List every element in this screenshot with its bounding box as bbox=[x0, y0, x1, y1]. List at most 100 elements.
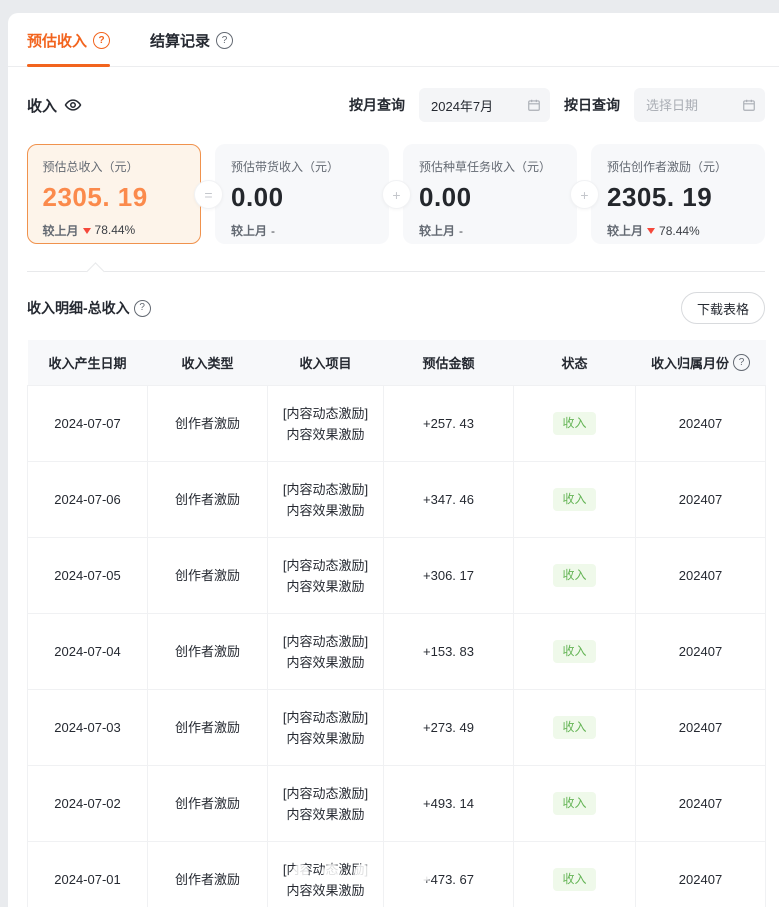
cell-date: 2024-07-05 bbox=[28, 538, 148, 614]
header-status: 状态 bbox=[514, 340, 636, 386]
cell-type: 创作者激励 bbox=[148, 386, 268, 462]
card-compare: 较上月 78.44% bbox=[43, 222, 186, 239]
cell-status: 收入 bbox=[514, 690, 636, 766]
compare-value: 78.44% bbox=[659, 224, 700, 238]
header-amount: 预估金额 bbox=[384, 340, 514, 386]
content-panel: 预估收入 结算记录 收入 按月查询 bbox=[8, 13, 779, 907]
table-row: 2024-07-03 创作者激励 [内容动态激励] 内容效果激励 +273. 4… bbox=[28, 690, 766, 766]
equals-operator: = bbox=[194, 180, 223, 209]
cell-month: 202407 bbox=[636, 462, 766, 538]
cell-type: 创作者激励 bbox=[148, 462, 268, 538]
cell-date: 2024-07-06 bbox=[28, 462, 148, 538]
detail-title-label: 收入明细-总收入 bbox=[27, 298, 130, 318]
cell-amount: +153. 83 bbox=[384, 614, 514, 690]
card-compare: 较上月 78.44% bbox=[607, 222, 749, 239]
compare-value: - bbox=[459, 224, 463, 238]
income-filter-row: 收入 按月查询 bbox=[27, 88, 765, 122]
cell-type: 创作者激励 bbox=[148, 690, 268, 766]
detail-title: 收入明细-总收入 bbox=[27, 298, 151, 318]
table-row: 2024-07-04 创作者激励 [内容动态激励] 内容效果激励 +153. 8… bbox=[28, 614, 766, 690]
card-label: 预估总收入（元） bbox=[43, 158, 186, 175]
table-body: 2024-07-07 创作者激励 [内容动态激励] 内容效果激励 +257. 4… bbox=[28, 386, 766, 907]
active-tab-underline bbox=[27, 64, 110, 67]
section-divider bbox=[27, 271, 765, 272]
download-table-button[interactable]: 下载表格 bbox=[681, 292, 765, 324]
cell-date: 2024-07-03 bbox=[28, 690, 148, 766]
cell-status: 收入 bbox=[514, 842, 636, 907]
date-filters: 按月查询 按日查询 bbox=[349, 88, 765, 122]
tab-bar: 预估收入 结算记录 bbox=[8, 13, 779, 67]
cell-month: 202407 bbox=[636, 614, 766, 690]
month-picker[interactable] bbox=[419, 88, 550, 122]
status-badge: 收入 bbox=[553, 868, 595, 892]
calendar-icon[interactable] bbox=[527, 98, 541, 117]
page: 预估收入 结算记录 收入 按月查询 bbox=[0, 0, 779, 907]
card-value: 0.00 bbox=[231, 182, 373, 213]
cell-date: 2024-07-04 bbox=[28, 614, 148, 690]
cell-month: 202407 bbox=[636, 538, 766, 614]
table-row: 2024-07-07 创作者激励 [内容动态激励] 内容效果激励 +257. 4… bbox=[28, 386, 766, 462]
day-picker[interactable] bbox=[634, 88, 765, 122]
card-label: 预估种草任务收入（元） bbox=[419, 158, 561, 175]
cell-amount: +347. 46 bbox=[384, 462, 514, 538]
status-badge: 收入 bbox=[553, 792, 595, 816]
status-badge: 收入 bbox=[553, 412, 595, 436]
card-label: 预估带货收入（元） bbox=[231, 158, 373, 175]
card-commerce-income[interactable]: 预估带货收入（元） 0.00 较上月 - bbox=[215, 144, 389, 244]
cell-type: 创作者激励 bbox=[148, 766, 268, 842]
cell-month: 202407 bbox=[636, 690, 766, 766]
card-compare: 较上月 - bbox=[419, 222, 561, 239]
cell-status: 收入 bbox=[514, 614, 636, 690]
cell-status: 收入 bbox=[514, 766, 636, 842]
cell-amount: +473. 67 bbox=[384, 842, 514, 907]
cell-type: 创作者激励 bbox=[148, 614, 268, 690]
card-value: 2305. 19 bbox=[43, 182, 186, 213]
help-icon[interactable] bbox=[93, 32, 110, 49]
help-icon[interactable] bbox=[134, 300, 151, 317]
cell-status: 收入 bbox=[514, 462, 636, 538]
cell-type: 创作者激励 bbox=[148, 538, 268, 614]
tab-estimated-income[interactable]: 预估收入 bbox=[27, 30, 110, 66]
card-total-income[interactable]: 预估总收入（元） 2305. 19 较上月 78.44% bbox=[27, 144, 201, 244]
cell-amount: +257. 43 bbox=[384, 386, 514, 462]
tab-settlement-records[interactable]: 结算记录 bbox=[150, 30, 233, 66]
cell-amount: +273. 49 bbox=[384, 690, 514, 766]
status-badge: 收入 bbox=[553, 716, 595, 740]
table-row: 2024-07-02 创作者激励 [内容动态激励] 内容效果激励 +493. 1… bbox=[28, 766, 766, 842]
plus-operator: + bbox=[382, 180, 411, 209]
compare-label: 较上月 bbox=[607, 222, 643, 239]
eye-icon[interactable] bbox=[64, 96, 82, 114]
tab-label: 结算记录 bbox=[150, 30, 210, 51]
compare-value: - bbox=[271, 224, 275, 238]
help-icon[interactable] bbox=[733, 354, 750, 371]
card-seeding-task-income[interactable]: 预估种草任务收入（元） 0.00 较上月 - bbox=[403, 144, 577, 244]
card-value: 2305. 19 bbox=[607, 182, 749, 213]
cell-item: [内容动态激励] 内容效果激励 bbox=[268, 614, 384, 690]
cell-item: [内容动态激励] 内容效果激励 bbox=[268, 462, 384, 538]
table-row: 2024-07-01 创作者激励 [内容动态激励] 内容效果激励 +473. 6… bbox=[28, 842, 766, 907]
cell-month: 202407 bbox=[636, 386, 766, 462]
compare-value: 78.44% bbox=[95, 223, 136, 237]
cell-amount: +306. 17 bbox=[384, 538, 514, 614]
card-creator-incentive[interactable]: 预估创作者激励（元） 2305. 19 较上月 78.44% bbox=[591, 144, 765, 244]
cell-month: 202407 bbox=[636, 766, 766, 842]
cell-item: [内容动态激励] 内容效果激励 bbox=[268, 386, 384, 462]
table-header: 收入产生日期 收入类型 收入项目 预估金额 状态 收入归属月份 bbox=[28, 340, 766, 386]
cell-item: [内容动态激励] 内容效果激励 bbox=[268, 842, 384, 907]
tab-label: 预估收入 bbox=[27, 30, 87, 51]
status-badge: 收入 bbox=[553, 640, 595, 664]
trend-down-icon bbox=[83, 228, 91, 234]
compare-label: 较上月 bbox=[43, 222, 79, 239]
month-query-label: 按月查询 bbox=[349, 95, 405, 115]
cell-status: 收入 bbox=[514, 538, 636, 614]
cell-status: 收入 bbox=[514, 386, 636, 462]
trend-down-icon bbox=[647, 228, 655, 234]
income-title: 收入 bbox=[27, 95, 82, 116]
card-value: 0.00 bbox=[419, 182, 561, 213]
calendar-icon[interactable] bbox=[742, 98, 756, 117]
table-row: 2024-07-06 创作者激励 [内容动态激励] 内容效果激励 +347. 4… bbox=[28, 462, 766, 538]
income-table: 收入产生日期 收入类型 收入项目 预估金额 状态 收入归属月份 2024-07-… bbox=[27, 340, 765, 907]
cell-date: 2024-07-01 bbox=[28, 842, 148, 907]
help-icon[interactable] bbox=[216, 32, 233, 49]
header-type: 收入类型 bbox=[148, 340, 268, 386]
